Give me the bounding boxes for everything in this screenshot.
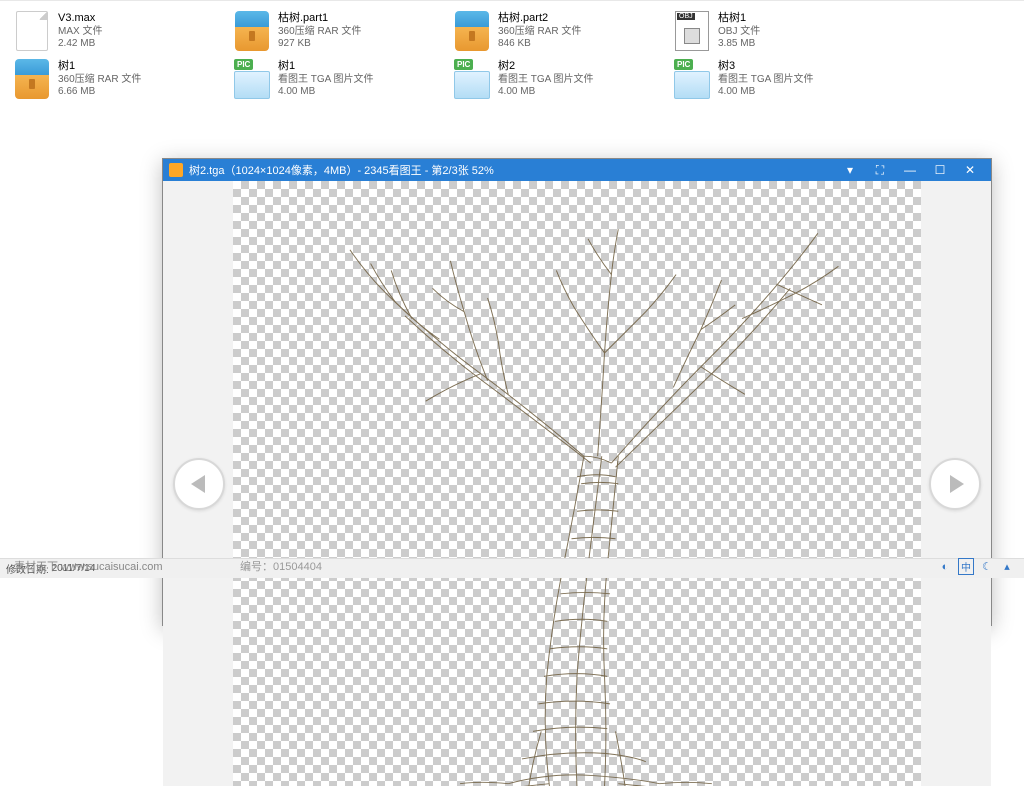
viewer-body (163, 181, 991, 786)
image-file-icon: PIC (674, 59, 710, 99)
next-image-button[interactable] (929, 458, 981, 510)
shield-icon[interactable]: ◐ (938, 560, 952, 574)
file-name: 枯树.part2 (498, 12, 581, 26)
watermark-site: 素材天下 www.sucaisucai.com (14, 558, 163, 574)
file-size: 927 KB (278, 38, 361, 51)
file-size: 4.00 MB (718, 86, 814, 99)
file-type: 看图王 TGA 图片文件 (718, 74, 814, 87)
file-type: 看图王 TGA 图片文件 (278, 74, 374, 87)
file-type: 360压缩 RAR 文件 (498, 26, 581, 39)
image-viewer-window: 树2.tga（1024×1024像素，4MB）- 2345看图王 - 第2/3张… (162, 158, 992, 626)
rar-archive-icon (235, 11, 269, 51)
file-size: 2.42 MB (58, 38, 102, 51)
file-name: 树3 (718, 60, 814, 74)
file-name: 树1 (278, 60, 374, 74)
file-name: 树2 (498, 60, 594, 74)
file-size: 3.85 MB (718, 38, 760, 51)
minimize-button[interactable]: — (895, 159, 925, 181)
file-size: 846 KB (498, 38, 581, 51)
file-type: OBJ 文件 (718, 26, 760, 39)
file-item[interactable]: V3.max MAX 文件 2.42 MB (8, 7, 228, 55)
ime-indicator[interactable]: 中 (958, 558, 974, 575)
moon-icon[interactable]: ☾ (980, 560, 994, 574)
max-file-icon (16, 11, 48, 51)
file-item[interactable]: 枯树.part1 360压缩 RAR 文件 927 KB (228, 7, 448, 55)
file-size: 6.66 MB (58, 86, 141, 99)
file-item[interactable]: 枯树.part2 360压缩 RAR 文件 846 KB (448, 7, 668, 55)
app-icon (169, 163, 183, 177)
file-item[interactable]: PIC 树2 看图王 TGA 图片文件 4.00 MB (448, 55, 668, 103)
maximize-button[interactable]: ☐ (925, 159, 955, 181)
file-size: 4.00 MB (498, 86, 594, 99)
fullscreen-button[interactable]: ⛶ (865, 159, 895, 181)
file-explorer: V3.max MAX 文件 2.42 MB 枯树.part1 360压缩 RAR… (0, 0, 1024, 109)
arrow-left-icon (191, 475, 205, 493)
rar-archive-icon (15, 59, 49, 99)
file-type: 看图王 TGA 图片文件 (498, 74, 594, 87)
watermark-code: 编号：01504404 (240, 558, 322, 574)
image-file-icon: PIC (234, 59, 270, 99)
tray-icons: ◐ 中 ☾ ▴ (938, 558, 1014, 575)
file-item[interactable]: PIC 树3 看图王 TGA 图片文件 4.00 MB (668, 55, 888, 103)
obj-file-icon: OBJ (675, 11, 709, 51)
file-item[interactable]: 树1 360压缩 RAR 文件 6.66 MB (8, 55, 228, 103)
file-type: 360压缩 RAR 文件 (58, 74, 141, 87)
rar-archive-icon (455, 11, 489, 51)
arrow-right-icon (950, 475, 964, 493)
file-type: 360压缩 RAR 文件 (278, 26, 361, 39)
viewer-title: 树2.tga（1024×1024像素，4MB）- 2345看图王 - 第2/3张… (189, 162, 835, 178)
dropdown-button[interactable]: ▾ (835, 159, 865, 181)
file-type: MAX 文件 (58, 26, 102, 39)
file-name: V3.max (58, 12, 102, 26)
image-canvas[interactable] (233, 181, 921, 786)
file-item[interactable]: PIC 树1 看图王 TGA 图片文件 4.00 MB (228, 55, 448, 103)
prev-image-button[interactable] (173, 458, 225, 510)
tree-image (233, 181, 921, 786)
file-name: 枯树1 (718, 12, 760, 26)
viewer-titlebar[interactable]: 树2.tga（1024×1024像素，4MB）- 2345看图王 - 第2/3张… (163, 159, 991, 181)
file-name: 枯树.part1 (278, 12, 361, 26)
file-name: 树1 (58, 60, 141, 74)
file-size: 4.00 MB (278, 86, 374, 99)
file-item[interactable]: OBJ 枯树1 OBJ 文件 3.85 MB (668, 7, 888, 55)
image-file-icon: PIC (454, 59, 490, 99)
caret-icon[interactable]: ▴ (1000, 560, 1014, 574)
close-button[interactable]: ✕ (955, 159, 985, 181)
